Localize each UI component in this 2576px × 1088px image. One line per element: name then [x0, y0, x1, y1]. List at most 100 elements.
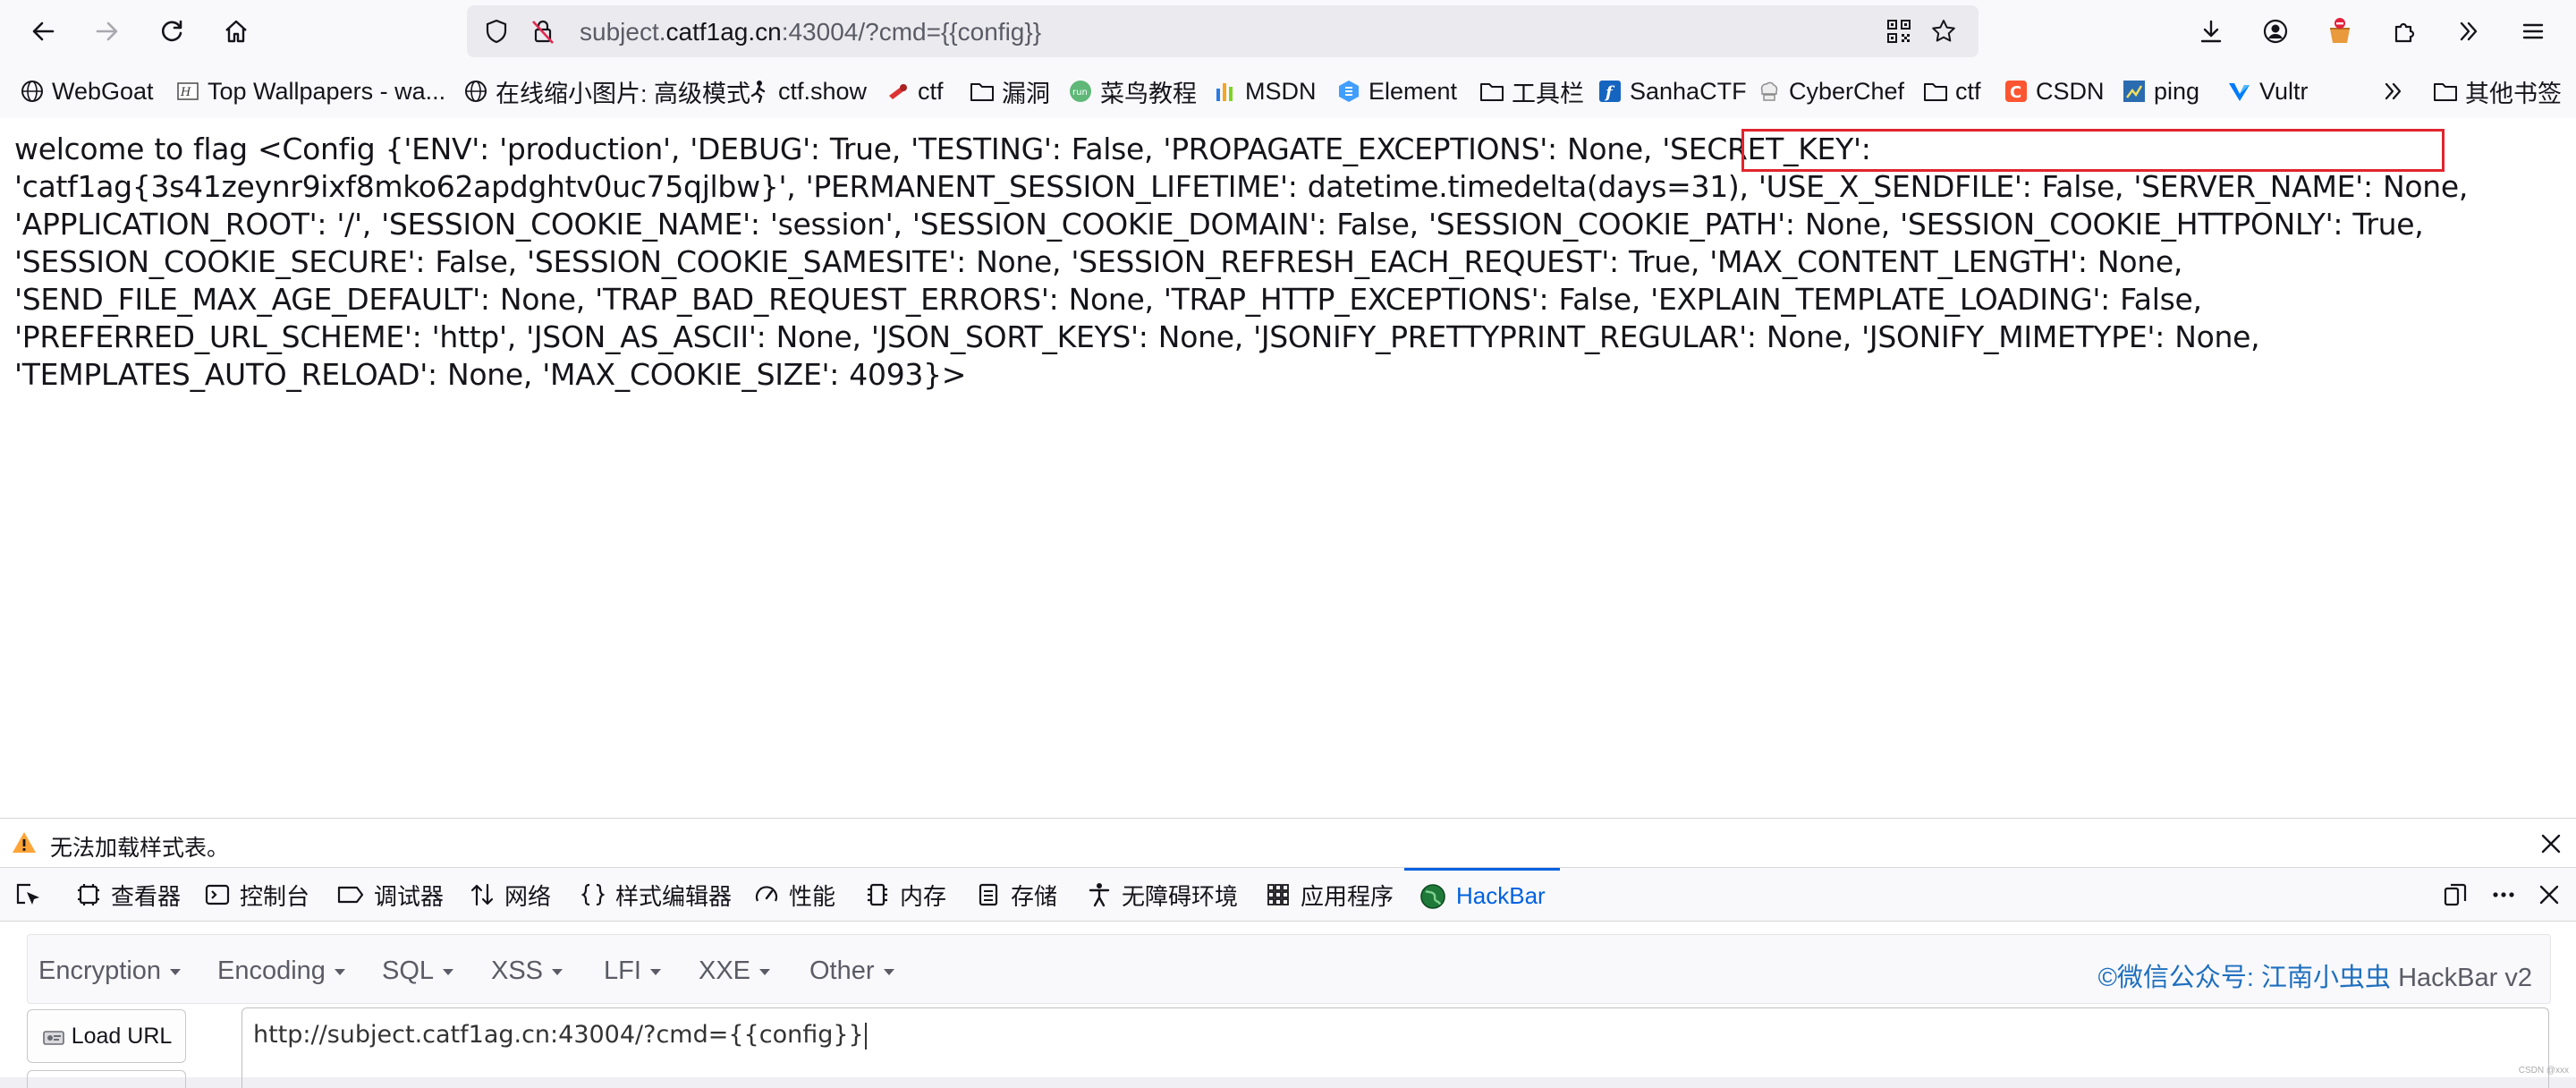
stylesheet-warning-bar: 无法加载样式表。	[0, 818, 2576, 868]
forward-arrow-icon	[96, 21, 118, 41]
bookmark-label: 其他书签	[2465, 80, 2562, 107]
watermark: CSDN @xxx	[2518, 1066, 2569, 1075]
home-button[interactable]	[215, 11, 258, 52]
ping-icon	[2122, 79, 2147, 104]
menu-label: Other	[809, 956, 875, 985]
tab-debugger[interactable]: 调试器	[336, 868, 444, 922]
app-grid-icon	[1267, 884, 1289, 905]
hackbar-globe-icon	[1420, 883, 1445, 909]
bookmark-item[interactable]: CyberChef	[1757, 77, 1904, 106]
tab-label: 无障碍环境	[1122, 882, 1239, 910]
forward-button[interactable]	[86, 11, 129, 52]
tab-hackbar[interactable]: HackBar	[1404, 868, 1560, 922]
url-host: catf1ag.cn	[665, 18, 782, 46]
page-content: welcome to flag <Config {'ENV': 'product…	[0, 118, 2576, 818]
hackbar-extension-button[interactable]	[2318, 11, 2361, 52]
downloads-button[interactable]	[2190, 11, 2233, 52]
url-text[interactable]: subject.catf1ag.cn:43004/?cmd={{config}}	[580, 18, 1041, 47]
bookmark-item[interactable]: 工具栏	[1479, 77, 1584, 107]
folder-icon	[2433, 79, 2458, 104]
folder-icon	[1479, 79, 1504, 104]
menu-label: LFI	[604, 956, 641, 985]
hackbar-url-input[interactable]: http://subject.catf1ag.cn:43004/?cmd={{c…	[242, 1007, 2549, 1088]
tab-label: 内存	[900, 882, 947, 910]
tab-network[interactable]: 网络	[469, 868, 551, 922]
bookmark-item[interactable]: Vultr	[2227, 77, 2309, 106]
menu-sql[interactable]: SQL	[382, 956, 454, 986]
caret-down-icon	[883, 968, 894, 975]
menu-encryption[interactable]: Encryption	[38, 956, 182, 986]
bookmark-item[interactable]: MSDN	[1213, 77, 1317, 106]
hackbar-version: HackBar v2	[2398, 964, 2532, 992]
puzzle-icon	[2394, 22, 2415, 43]
bookmark-item[interactable]: H Top Wallpapers - wa...	[175, 77, 445, 106]
qr-code-icon[interactable]	[1885, 18, 1912, 45]
credit-text: ©微信公众号: 江南小虫虫	[2097, 964, 2392, 992]
split-url-button[interactable]	[27, 1070, 186, 1088]
element-picker-icon	[16, 883, 39, 905]
globe-icon	[20, 79, 45, 104]
bookmark-item[interactable]: ctf.show	[746, 77, 867, 106]
caret-down-icon	[649, 968, 661, 975]
hamburger-menu-icon	[2522, 23, 2544, 39]
memory-chip-icon	[868, 883, 887, 906]
bookmark-item[interactable]: Element	[1336, 77, 1457, 106]
caret-down-icon	[552, 968, 564, 975]
tab-memory[interactable]: 内存	[864, 868, 946, 922]
devtools-close-button[interactable]	[2537, 868, 2571, 922]
app-menu-button[interactable]	[2512, 11, 2555, 52]
tab-label: HackBar	[1456, 882, 1546, 909]
menu-xss[interactable]: XSS	[491, 956, 564, 986]
bookmark-item[interactable]: ping	[2122, 77, 2199, 106]
menu-other[interactable]: Other	[809, 956, 894, 986]
back-button[interactable]	[21, 11, 64, 52]
dock-side-button[interactable]	[2442, 868, 2478, 922]
bookmarks-toolbar: WebGoat H Top Wallpapers - wa... 在线缩小图片:…	[0, 63, 2576, 119]
devtools-menu-button[interactable]	[2490, 868, 2526, 922]
extensions-button[interactable]	[2383, 11, 2426, 52]
warning-icon	[13, 832, 36, 853]
tab-inspector[interactable]: 查看器	[75, 868, 181, 922]
address-bar[interactable]: subject.catf1ag.cn:43004/?cmd={{config}}	[467, 5, 1979, 57]
tab-console[interactable]: 控制台	[204, 868, 309, 922]
other-bookmarks-folder[interactable]: 其他书签	[2433, 77, 2562, 107]
menu-lfi[interactable]: LFI	[604, 956, 661, 986]
close-icon[interactable]	[2538, 831, 2563, 856]
close-icon	[2539, 885, 2559, 905]
bookmark-star-icon[interactable]	[1930, 18, 1957, 45]
menu-xxe[interactable]: XXE	[699, 956, 771, 986]
shield-icon[interactable]	[483, 18, 510, 45]
bookmark-item[interactable]: ctf	[886, 77, 944, 106]
menu-encoding[interactable]: Encoding	[217, 956, 345, 986]
overflow-button[interactable]	[2447, 11, 2490, 52]
load-url-button[interactable]: Load URL	[27, 1009, 186, 1063]
account-button[interactable]	[2254, 11, 2297, 52]
tab-storage[interactable]: 存储	[975, 868, 1057, 922]
tab-label: 存储	[1011, 882, 1058, 910]
bookmark-item[interactable]: C CSDN	[2004, 77, 2105, 106]
bookmark-item[interactable]: 漏洞	[970, 77, 1050, 107]
load-url-label: Load URL	[71, 1023, 173, 1049]
bookmark-item[interactable]: run 菜鸟教程	[1068, 77, 1197, 107]
tab-style-editor[interactable]: 样式编辑器	[580, 868, 732, 922]
bookmark-item[interactable]: 在线缩小图片: 高级模式	[463, 77, 750, 107]
menu-label: SQL	[382, 956, 435, 985]
bookmark-item[interactable]: ctf	[1923, 77, 1981, 106]
hackbar-menu-bar: Encryption Encoding SQL XSS LFI XXE Othe…	[27, 934, 2551, 1004]
tab-application[interactable]: 应用程序	[1265, 868, 1394, 922]
tab-label: 调试器	[374, 882, 445, 910]
bookmark-label: CSDN	[2036, 77, 2105, 105]
tab-accessibility[interactable]: 无障碍环境	[1086, 868, 1238, 922]
bookmark-label: ctf.show	[778, 77, 868, 105]
load-url-icon	[42, 1031, 64, 1045]
wallpaper-icon: H	[175, 79, 200, 104]
bookmark-item[interactable]: WebGoat	[20, 77, 154, 106]
bookmark-item[interactable]: f SanhaCTF	[1597, 77, 1747, 106]
element-picker-button[interactable]	[13, 868, 52, 922]
extension-bucket-icon	[2330, 18, 2350, 43]
reload-button[interactable]	[150, 11, 193, 52]
tab-performance[interactable]: 性能	[753, 868, 835, 922]
insecure-lock-icon[interactable]	[530, 18, 556, 45]
accessibility-icon	[1089, 883, 1110, 907]
more-bookmarks-button[interactable]	[2381, 77, 2406, 106]
